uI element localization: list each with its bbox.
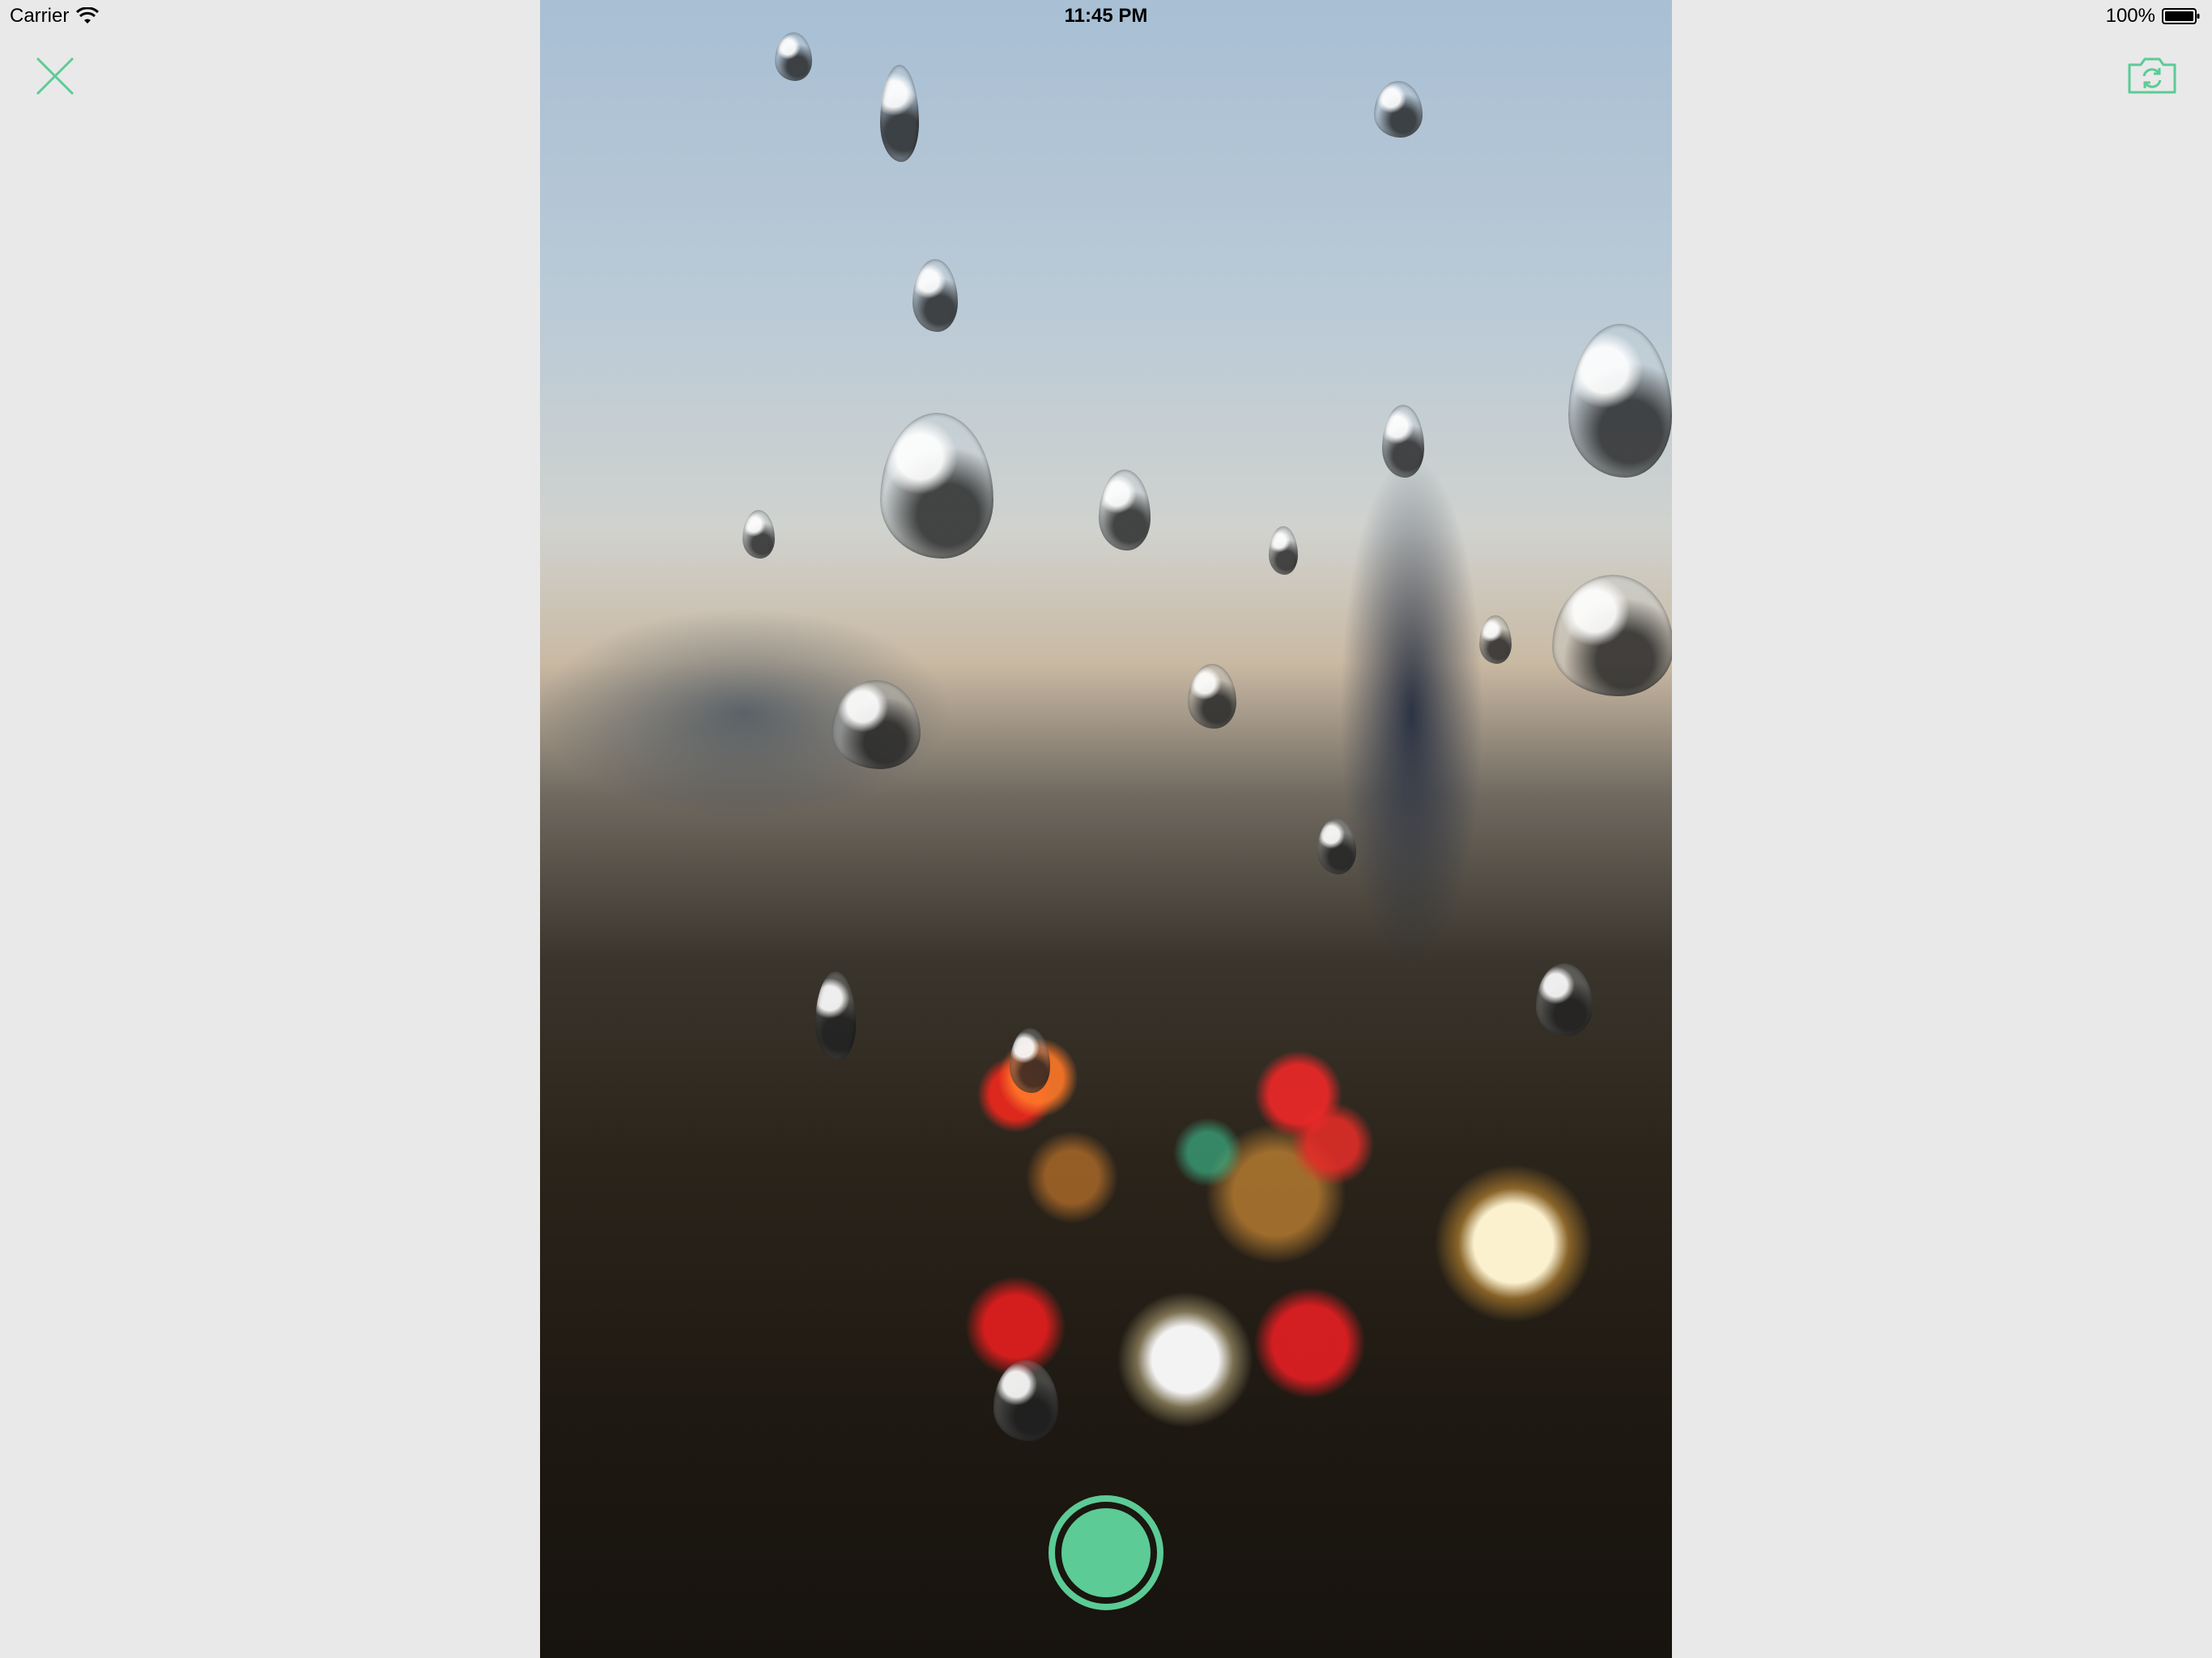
rain-drop <box>775 32 812 81</box>
rain-drop <box>880 413 993 559</box>
rain-drop <box>1269 526 1298 575</box>
rain-drop <box>1552 575 1672 696</box>
shutter-button[interactable] <box>1049 1495 1163 1610</box>
battery-icon <box>2162 8 2200 24</box>
close-icon <box>36 57 74 96</box>
rain-drop <box>880 65 919 162</box>
rain-drop <box>1010 1028 1050 1093</box>
rain-drop <box>993 1360 1058 1441</box>
rain-drop <box>1479 615 1512 664</box>
rain-drop <box>1374 81 1423 138</box>
rain-drop <box>1188 664 1236 729</box>
rain-drop <box>1317 818 1356 874</box>
battery-percent: 100% <box>2105 5 2155 27</box>
shutter-icon <box>1061 1508 1151 1597</box>
camera-switch-button[interactable] <box>2126 55 2178 96</box>
status-time: 11:45 PM <box>1064 5 1148 27</box>
status-bar: Carrier 11:45 PM 100% <box>0 0 2212 32</box>
camera-viewfinder[interactable] <box>540 0 1672 1658</box>
rain-drop <box>742 510 775 559</box>
close-button[interactable] <box>32 53 78 99</box>
rain-drop <box>832 680 921 769</box>
rain-drop <box>1536 963 1593 1036</box>
rain-drop <box>912 259 958 332</box>
rain-drop <box>815 971 856 1061</box>
camera-switch-icon <box>2128 57 2176 94</box>
rain-drop <box>1568 324 1672 478</box>
rain-drop <box>1099 470 1151 551</box>
battery-group: 100% <box>2106 5 2201 28</box>
rain-drop <box>1382 405 1424 478</box>
